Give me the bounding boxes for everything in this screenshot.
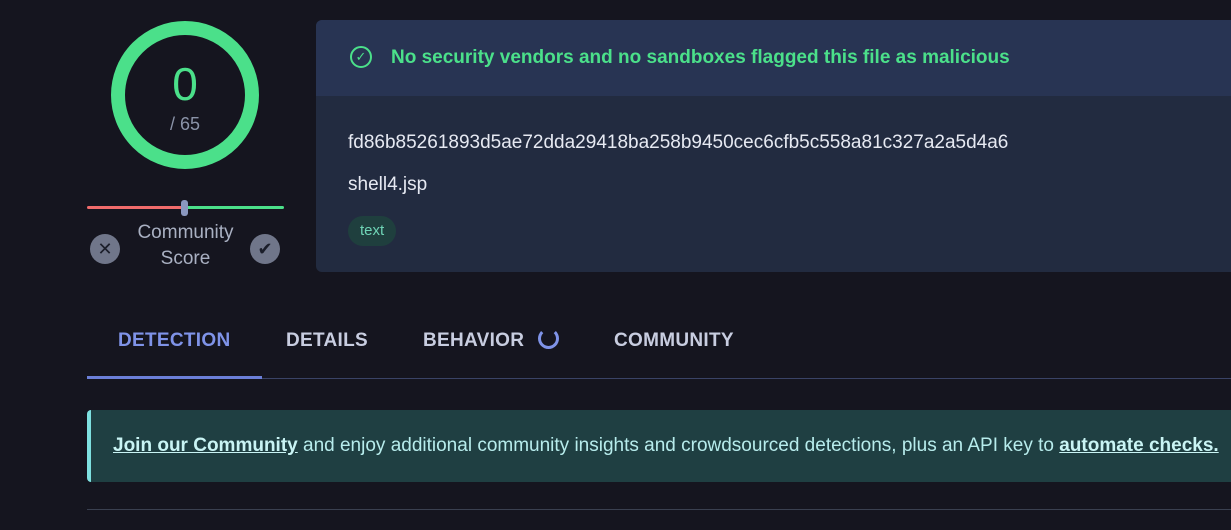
community-promo-banner: Join our Community and enjoy additional …: [87, 410, 1231, 482]
verdict-text: No security vendors and no sandboxes fla…: [391, 47, 1010, 68]
file-name: shell4.jsp: [348, 174, 428, 195]
file-summary-card: ✓ No security vendors and no sandboxes f…: [316, 20, 1231, 272]
section-divider: [87, 509, 1231, 510]
check-circle-icon: ✓: [350, 46, 372, 68]
file-tag[interactable]: text: [348, 216, 397, 246]
close-icon: ✕: [97, 239, 113, 259]
check-icon: ✔: [257, 239, 273, 259]
community-score-negative-bar: [87, 206, 185, 209]
detection-score-gauge: 0 / 65: [110, 20, 260, 170]
banner-text: Join our Community and enjoy additional …: [113, 435, 1219, 456]
tab-community[interactable]: COMMUNITY: [614, 318, 734, 377]
community-score-marker: [181, 200, 188, 216]
upvote-button[interactable]: ✔: [250, 234, 280, 264]
tab-details[interactable]: DETAILS: [286, 318, 368, 377]
detection-count: 0: [172, 58, 198, 110]
downvote-button[interactable]: ✕: [90, 234, 120, 264]
report-tabs: DETECTION DETAILS BEHAVIOR COMMUNITY: [86, 318, 1231, 379]
tab-detection[interactable]: DETECTION: [86, 318, 264, 379]
tab-behavior[interactable]: BEHAVIOR: [423, 318, 560, 377]
file-hash[interactable]: fd86b85261893d5ae72dda29418ba258b9450cec…: [348, 132, 1008, 154]
automate-checks-link[interactable]: automate checks.: [1059, 435, 1218, 456]
detection-total: / 65: [169, 114, 201, 134]
loading-spinner-icon: [538, 328, 560, 349]
verdict-banner: ✓ No security vendors and no sandboxes f…: [316, 20, 1231, 96]
community-score-positive-bar: [185, 206, 284, 209]
community-score-label: Community Score: [137, 222, 234, 269]
community-score: ✕ Community Score ✔: [87, 200, 284, 272]
join-community-link[interactable]: Join our Community: [113, 435, 298, 456]
